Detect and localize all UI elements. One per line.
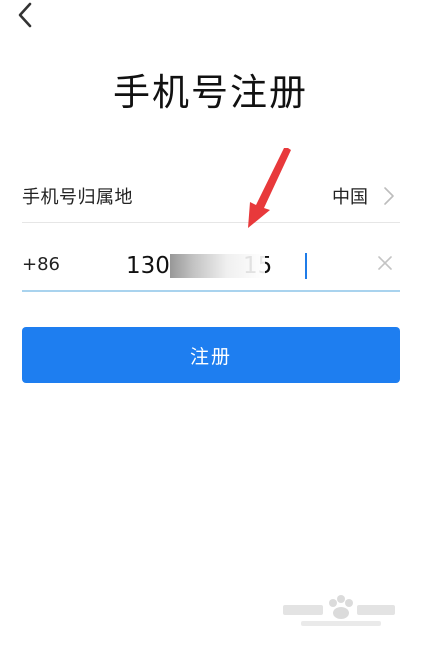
text-caret [305,253,307,279]
watermark-logo [283,595,395,626]
divider [22,222,400,223]
region-selector[interactable]: 手机号归属地 中国 [22,170,400,222]
phone-input-underline [22,290,400,292]
region-value: 中国 [332,187,368,208]
register-button[interactable]: 注册 [22,327,400,383]
country-code[interactable]: +86 [22,254,60,275]
back-button[interactable] [10,0,42,30]
page-title: 手机号注册 [113,71,308,114]
region-label: 手机号归属地 [22,187,133,208]
chevron-left-icon [18,2,32,28]
chevron-right-icon [384,187,394,205]
phone-row: +86 [22,240,400,290]
close-icon[interactable] [376,254,394,272]
phone-input[interactable] [126,246,356,286]
